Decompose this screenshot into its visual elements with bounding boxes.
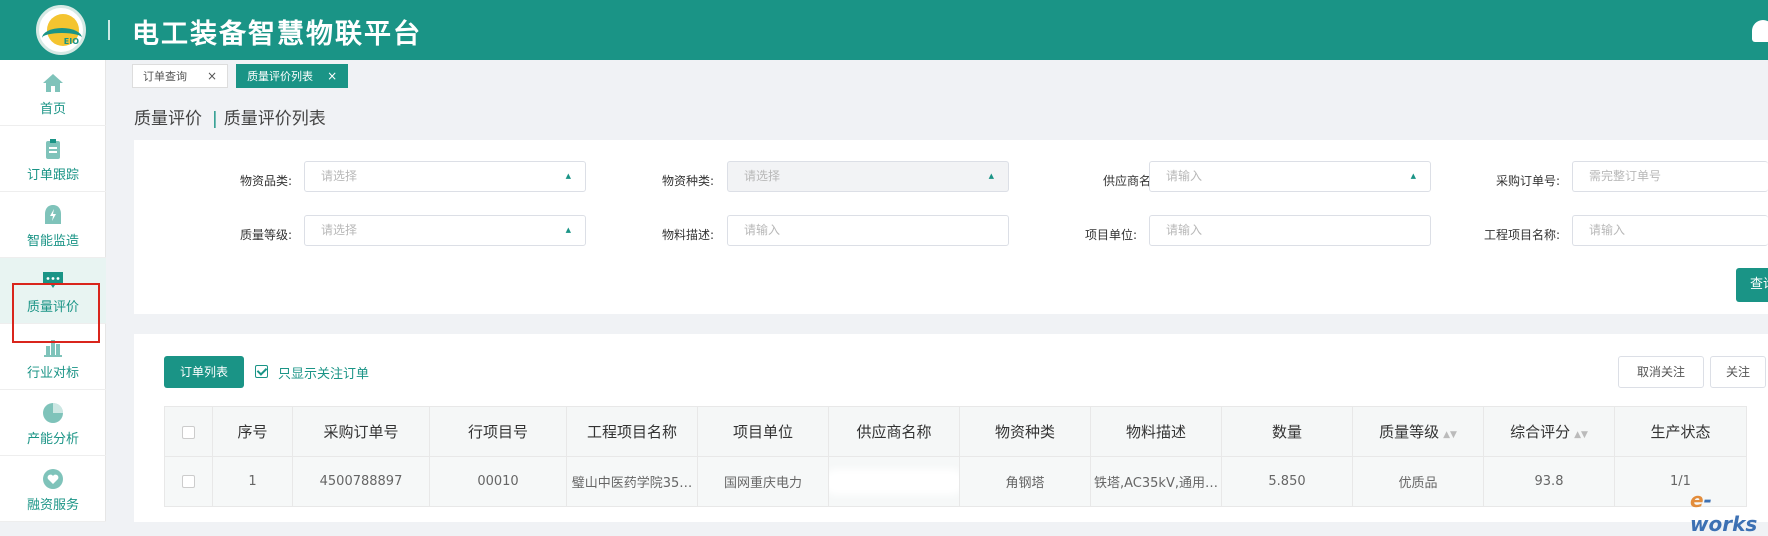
- close-icon[interactable]: ×: [207, 69, 217, 83]
- sidebar-item-financing-service[interactable]: 融资服务: [0, 456, 106, 522]
- sidebar-item-capacity-analysis[interactable]: 产能分析: [0, 390, 106, 456]
- lightning-icon: [45, 205, 61, 224]
- po-number-input[interactable]: 需完整订单号: [1572, 161, 1768, 192]
- cell-project-unit: 国网重庆电力: [697, 456, 829, 507]
- cell-material-type: 角钢塔: [959, 456, 1091, 507]
- clipboard-icon: [46, 139, 60, 159]
- sidebar-item-label: 订单跟踪: [26, 168, 79, 183]
- cell-score: 93.8: [1483, 456, 1615, 507]
- quality-grade-select[interactable]: 请选择 ▲: [304, 215, 586, 246]
- table-row[interactable]: 1 4500788897 00010 璧山中医药学院35… 国网重庆电力 角钢塔…: [164, 456, 1747, 507]
- heart-icon: [43, 469, 63, 489]
- supplier-name-input[interactable]: 请输入 ▲: [1149, 161, 1431, 192]
- tab-label: 质量评价列表: [247, 70, 314, 83]
- material-category-label: 物资品类:: [239, 174, 292, 188]
- column-header: 数量: [1221, 406, 1353, 457]
- sort-icon: ▲▼: [1443, 430, 1457, 440]
- row-checkbox[interactable]: [182, 475, 195, 488]
- cell-po-number: 4500788897: [292, 456, 430, 507]
- cell-index: 1: [212, 456, 293, 507]
- project-name-input[interactable]: 请输入: [1572, 215, 1768, 246]
- project-name-label: 工程项目名称:: [1483, 228, 1560, 242]
- column-header-sortable[interactable]: 质量等级 ▲▼: [1352, 406, 1484, 457]
- redacted-supplier: [829, 474, 959, 489]
- material-category-select[interactable]: 请选择 ▲: [304, 161, 586, 192]
- close-icon[interactable]: ×: [327, 69, 337, 83]
- orders-table: 序号 采购订单号 行项目号 工程项目名称 项目单位 供应商名称 物资种类 物料描…: [164, 406, 1747, 507]
- material-desc-label: 物料描述:: [661, 228, 714, 242]
- sidebar-item-label: 产能分析: [26, 432, 79, 447]
- pie-chart-icon: [43, 403, 63, 423]
- eworks-watermark: e-works: [1690, 488, 1758, 536]
- column-header: 采购订单号: [292, 406, 430, 457]
- column-header: 行项目号: [429, 406, 567, 457]
- cell-quantity: 5.850: [1221, 456, 1353, 507]
- table-header-row: 序号 采购订单号 行项目号 工程项目名称 项目单位 供应商名称 物资种类 物料描…: [164, 406, 1747, 457]
- cell-material-desc: 铁塔,AC35kV,通用…: [1090, 456, 1222, 507]
- only-followed-checkbox[interactable]: [255, 365, 268, 378]
- user-icon[interactable]: [1752, 20, 1768, 42]
- sidebar-item-home[interactable]: 首页: [0, 60, 106, 126]
- column-header: 序号: [212, 406, 293, 457]
- breadcrumb-parent: 质量评价: [134, 109, 202, 129]
- cell-line-item: 00010: [429, 456, 567, 507]
- follow-button[interactable]: 关注: [1710, 356, 1766, 388]
- sidebar-item-label: 首页: [39, 102, 66, 117]
- column-header: 物料描述: [1090, 406, 1222, 457]
- project-unit-input[interactable]: 请输入: [1149, 215, 1431, 246]
- caret-up-icon: ▲: [1410, 172, 1416, 180]
- only-followed-label[interactable]: 只显示关注订单: [278, 363, 369, 382]
- select-all-cell: [164, 406, 213, 457]
- top-header: EIO 电工装备智慧物联平台: [0, 0, 1768, 60]
- breadcrumb: 质量评价 | 质量评价列表: [134, 109, 326, 129]
- sidebar-item-label: 智能监造: [26, 234, 79, 249]
- row-select-cell: [164, 456, 213, 507]
- select-all-checkbox[interactable]: [182, 425, 195, 439]
- quality-grade-label: 质量等级:: [239, 228, 292, 242]
- material-type-select[interactable]: 请选择 ▲: [727, 161, 1009, 192]
- sort-icon: ▲▼: [1574, 430, 1588, 440]
- column-header: 物资种类: [959, 406, 1091, 457]
- query-button[interactable]: 查询: [1736, 268, 1768, 302]
- sidebar-item-label: 行业对标: [26, 366, 79, 381]
- home-icon: [43, 74, 63, 92]
- cell-supplier-name: [828, 456, 960, 507]
- caret-up-icon: ▲: [988, 172, 994, 180]
- order-list-button[interactable]: 订单列表: [164, 356, 244, 388]
- highlight-box: [12, 283, 100, 343]
- breadcrumb-current: 质量评价列表: [223, 109, 326, 129]
- column-header: 工程项目名称: [566, 406, 698, 457]
- header-divider: [108, 20, 110, 40]
- material-type-label: 物资种类:: [661, 174, 714, 188]
- app-title: 电工装备智慧物联平台: [132, 19, 422, 50]
- caret-up-icon: ▲: [565, 226, 571, 234]
- unfollow-button[interactable]: 取消关注: [1618, 356, 1704, 388]
- cell-project-name: 璧山中医药学院35…: [566, 456, 698, 507]
- tab-bar: 订单查询 × 质量评价列表 ×: [132, 64, 349, 88]
- po-number-label: 采购订单号:: [1495, 174, 1560, 188]
- sidebar-item-smart-supervision[interactable]: 智能监造: [0, 192, 106, 258]
- cell-quality-grade: 优质品: [1352, 456, 1484, 507]
- column-header: 项目单位: [697, 406, 829, 457]
- project-unit-label: 项目单位:: [1084, 228, 1137, 242]
- platform-logo: EIO: [36, 5, 86, 55]
- material-desc-input[interactable]: 请输入: [727, 215, 1009, 246]
- caret-up-icon: ▲: [565, 172, 571, 180]
- column-header: 供应商名称: [828, 406, 960, 457]
- tab-label: 订单查询: [143, 70, 187, 83]
- column-header: 生产状态: [1614, 406, 1747, 457]
- tab-quality-list[interactable]: 质量评价列表 ×: [236, 64, 349, 88]
- sidebar-item-order-tracking[interactable]: 订单跟踪: [0, 126, 106, 192]
- column-header-sortable[interactable]: 综合评分 ▲▼: [1483, 406, 1615, 457]
- tab-order-query[interactable]: 订单查询 ×: [132, 64, 229, 88]
- sidebar-item-label: 融资服务: [26, 498, 79, 513]
